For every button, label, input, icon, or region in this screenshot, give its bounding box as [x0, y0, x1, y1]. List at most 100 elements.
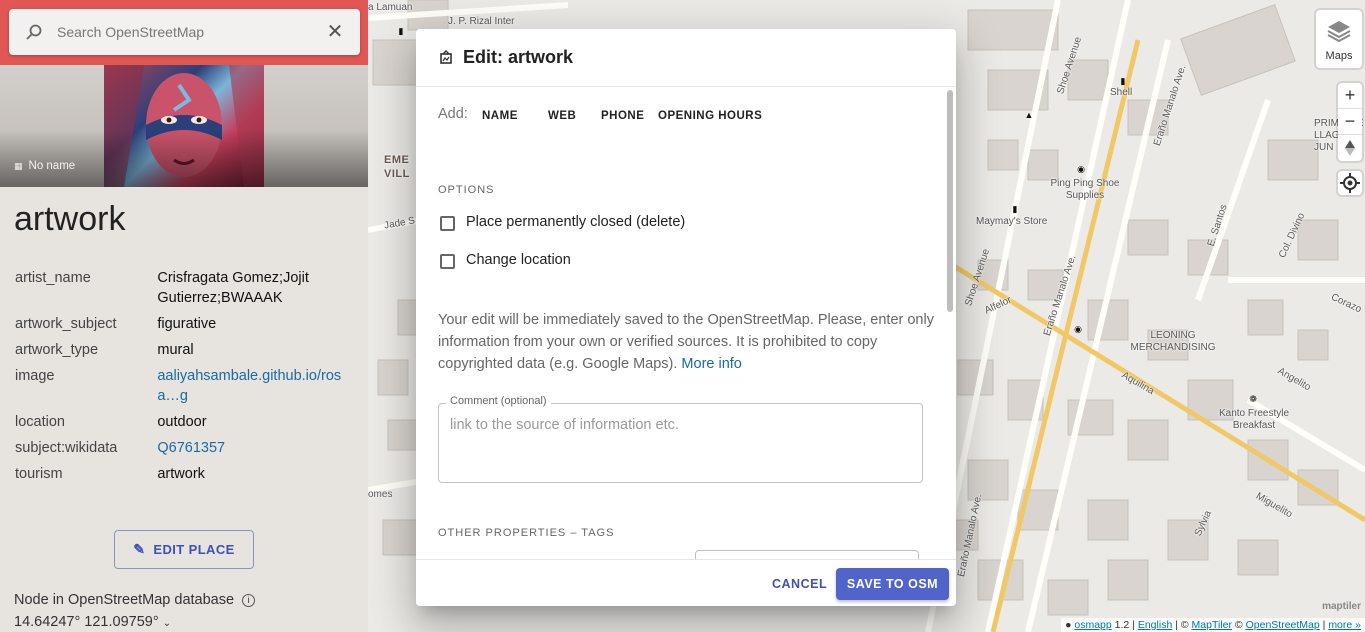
dialog-body[interactable]: Add: NAME WEB PHONE OPENING HOURS OPTION…: [416, 87, 956, 559]
tag-row: artwork_type mural: [15, 340, 345, 366]
compass-button[interactable]: [1338, 135, 1362, 161]
checkbox-box[interactable]: [440, 254, 455, 269]
dialog-title: Edit: artwork: [463, 47, 574, 67]
edit-dialog: Edit: artwork Add: NAME WEB PHONE OPENIN…: [416, 29, 956, 606]
search-bar: ✕: [0, 0, 368, 65]
add-label: Add:: [438, 106, 468, 122]
artwork-icon: [440, 50, 452, 64]
tag-key: tourism: [15, 466, 63, 482]
poi-icon[interactable]: ▮: [396, 26, 406, 36]
add-name-button[interactable]: NAME: [482, 110, 518, 122]
geolocate-button[interactable]: [1338, 171, 1362, 195]
coordinates[interactable]: 14.64247° 121.09759° ⌄: [14, 614, 171, 630]
search-box[interactable]: ✕: [9, 9, 360, 55]
feature-title: artwork: [14, 200, 126, 238]
close-icon[interactable]: ✕: [325, 22, 345, 42]
maptiler-link[interactable]: MapTiler: [1192, 619, 1232, 631]
comment-label: Comment (optional): [446, 395, 551, 407]
coordinates-text: 14.64247° 121.09759°: [14, 614, 159, 630]
tag-row: subject:wikidata Q6761357: [15, 438, 345, 464]
shop-icon[interactable]: ▲: [1024, 110, 1034, 120]
more-link[interactable]: more »: [1328, 619, 1361, 631]
tag-row: artwork_subject figurative: [15, 314, 345, 340]
map-label-rizal: J. P. Rizal Inter: [448, 16, 515, 27]
info-icon[interactable]: i: [242, 594, 256, 607]
separator: |: [1175, 619, 1178, 631]
map-label-maymays: Maymay's Store: [976, 216, 1048, 227]
tags-table: artist_name Crisfragata Gomez;Jojit Guti…: [15, 268, 345, 490]
cancel-button[interactable]: CANCEL: [766, 568, 827, 600]
map-label-ping-ping: Ping Ping Shoe Supplies: [1050, 178, 1120, 201]
separator: |: [1322, 619, 1326, 631]
property-value-input[interactable]: [695, 550, 919, 559]
edit-place-label: EDIT PLACE: [153, 542, 235, 557]
artwork-icon: ▦: [14, 161, 23, 171]
tag-row: artist_name Crisfragata Gomez;Jojit Guti…: [15, 268, 345, 314]
shoe-shop-icon[interactable]: ◉: [1076, 164, 1086, 174]
map-attribution: ● osmapp 1.2 | English | © MapTiler © Op…: [1061, 618, 1365, 632]
node-info: Node in OpenStreetMap database i: [14, 592, 256, 608]
tag-key: artist_name: [15, 270, 91, 286]
options-heading: OPTIONS: [438, 184, 495, 196]
comment-input[interactable]: [450, 417, 910, 467]
compass-icon: [1345, 140, 1355, 157]
tag-key: location: [15, 414, 65, 430]
maptiler-logo[interactable]: maptiler: [1322, 601, 1361, 612]
osmapp-link[interactable]: osmapp: [1074, 619, 1111, 631]
tag-row: location outdoor: [15, 412, 345, 438]
hero-caption-text: No name: [28, 160, 76, 172]
osm-link[interactable]: OpenStreetMap: [1246, 619, 1320, 631]
chevron-down-icon: ⌄: [162, 618, 172, 629]
add-phone-button[interactable]: PHONE: [601, 110, 644, 122]
change-location-checkbox[interactable]: Change location: [438, 251, 638, 273]
save-to-osm-button[interactable]: SAVE TO OSM: [836, 568, 949, 600]
map-label-leoning: LEONING MERCHANDISING: [1130, 330, 1216, 353]
tag-value: artwork: [157, 466, 205, 482]
tag-value: mural: [157, 342, 194, 358]
tag-row: image aaliyahsambale.github.io/rosa…g: [15, 366, 345, 412]
node-info-text: Node in OpenStreetMap database: [14, 592, 235, 608]
map-label-lamuan: a Lamuan: [368, 2, 413, 13]
github-icon[interactable]: ●: [1065, 619, 1071, 631]
hero-caption: ▦ No name: [14, 160, 75, 172]
dialog-scrollbar-thumb[interactable]: [947, 90, 953, 312]
crosshair-icon: [1340, 173, 1360, 193]
version-text: 1.2: [1114, 619, 1130, 631]
zoom-out-button[interactable]: −: [1338, 109, 1362, 135]
tag-value-link[interactable]: aaliyahsambale.github.io/rosa…g: [157, 366, 345, 412]
zoom-in-button[interactable]: +: [1338, 83, 1362, 109]
restaurant-icon[interactable]: ❁: [1248, 394, 1258, 404]
add-web-button[interactable]: WEB: [548, 110, 576, 122]
tag-value: Crisfragata Gomez;Jojit Gutierrez;BWAAAK: [157, 270, 309, 306]
more-info-link[interactable]: More info: [681, 356, 741, 372]
map-layers-button[interactable]: Maps: [1316, 10, 1362, 68]
tag-value-link[interactable]: Q6761357: [157, 438, 345, 464]
pencil-icon: ✎: [133, 541, 146, 557]
search-input[interactable]: [55, 21, 315, 43]
language-link[interactable]: English: [1138, 619, 1172, 631]
add-opening-hours-button[interactable]: OPENING HOURS: [658, 110, 762, 122]
checkbox-box[interactable]: [440, 216, 455, 231]
street-label-homes: omes: [368, 489, 393, 500]
map-label-shell: Shell: [1110, 87, 1133, 98]
dialog-header: Edit: artwork: [416, 29, 956, 87]
car-shop-icon[interactable]: ◉: [1073, 324, 1083, 334]
tag-value: outdoor: [157, 414, 207, 430]
other-properties-heading: OTHER PROPERTIES – TAGS: [438, 527, 615, 539]
checkbox-label: Change location: [466, 252, 571, 268]
layers-icon: [1327, 21, 1351, 43]
fuel-station-icon[interactable]: ▮: [1118, 76, 1128, 86]
map-label-kanto: Kanto Freestyle Breakfast: [1218, 408, 1290, 431]
copyright-sign: ©: [1180, 619, 1189, 631]
tag-key: image: [15, 368, 55, 384]
dialog-footer: CANCEL SAVE TO OSM: [416, 559, 956, 606]
edit-place-button[interactable]: ✎ EDIT PLACE: [114, 530, 254, 569]
tag-value: figurative: [157, 316, 217, 332]
store-icon[interactable]: ▮: [1010, 204, 1020, 214]
map-layers-label: Maps: [1325, 50, 1353, 62]
tag-key: artwork_type: [15, 342, 99, 358]
permanently-closed-checkbox[interactable]: Place permanently closed (delete): [438, 213, 738, 235]
search-icon: [26, 24, 42, 40]
tag-key: subject:wikidata: [15, 440, 118, 456]
checkbox-label: Place permanently closed (delete): [466, 214, 686, 230]
